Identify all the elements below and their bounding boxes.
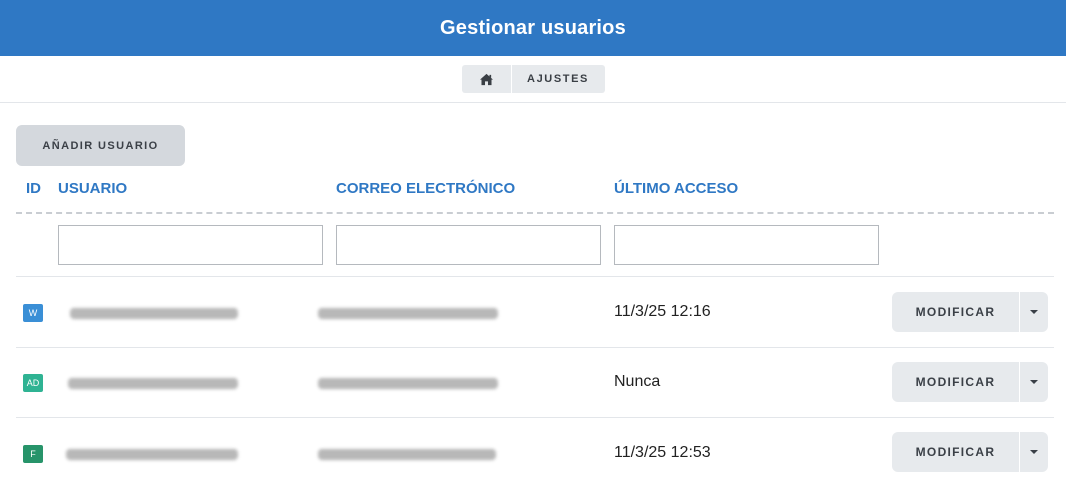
modify-button[interactable]: MODIFICAR xyxy=(892,362,1020,402)
column-header-id[interactable]: ID xyxy=(26,180,41,197)
redacted-username xyxy=(66,449,238,460)
redacted-email xyxy=(318,378,498,389)
modify-button[interactable]: MODIFICAR xyxy=(892,292,1020,332)
user-filter-input[interactable] xyxy=(58,225,323,265)
top-bar: Gestionar usuarios xyxy=(0,0,1066,56)
add-user-button[interactable]: AÑADIR USUARIO xyxy=(16,125,185,166)
page-title: Gestionar usuarios xyxy=(440,16,626,39)
table-row: W 11/3/25 12:16 MODIFICAR xyxy=(0,277,1066,347)
redacted-username xyxy=(68,378,238,389)
user-id-badge: AD xyxy=(23,374,43,392)
last-access-value: 11/3/25 12:16 xyxy=(614,303,711,320)
modify-split-button: MODIFICAR xyxy=(892,292,1048,332)
modify-dropdown-toggle[interactable] xyxy=(1020,362,1048,402)
redacted-username xyxy=(70,308,238,319)
caret-down-icon xyxy=(1030,380,1038,384)
modify-split-button: MODIFICAR xyxy=(892,362,1048,402)
table-row: F 11/3/25 12:53 MODIFICAR xyxy=(0,417,1066,487)
modify-dropdown-toggle[interactable] xyxy=(1020,292,1048,332)
breadcrumb-bar: AJUSTES xyxy=(0,56,1066,103)
modify-button[interactable]: MODIFICAR xyxy=(892,432,1020,472)
caret-down-icon xyxy=(1030,450,1038,454)
column-header-user[interactable]: USUARIO xyxy=(58,180,127,197)
caret-down-icon xyxy=(1030,310,1038,314)
modify-split-button: MODIFICAR xyxy=(892,432,1048,472)
column-header-email[interactable]: CORREO ELECTRÓNICO xyxy=(336,180,515,197)
column-header-last-access[interactable]: ÚLTIMO ACCESO xyxy=(614,180,738,197)
user-id-badge: F xyxy=(23,445,43,463)
redacted-email xyxy=(318,449,496,460)
table-row: AD Nunca MODIFICAR xyxy=(0,347,1066,417)
header-separator xyxy=(16,212,1054,214)
email-filter-input[interactable] xyxy=(336,225,601,265)
redacted-email xyxy=(318,308,498,319)
home-icon xyxy=(479,73,493,85)
breadcrumb-home[interactable] xyxy=(461,65,512,93)
user-id-badge: W xyxy=(23,304,43,322)
last-access-value: Nunca xyxy=(614,373,661,390)
last-access-value: 11/3/25 12:53 xyxy=(614,444,711,461)
breadcrumb-settings[interactable]: AJUSTES xyxy=(511,65,605,93)
modify-dropdown-toggle[interactable] xyxy=(1020,432,1048,472)
last-access-filter-input[interactable] xyxy=(614,225,879,265)
breadcrumb: AJUSTES xyxy=(461,65,605,93)
